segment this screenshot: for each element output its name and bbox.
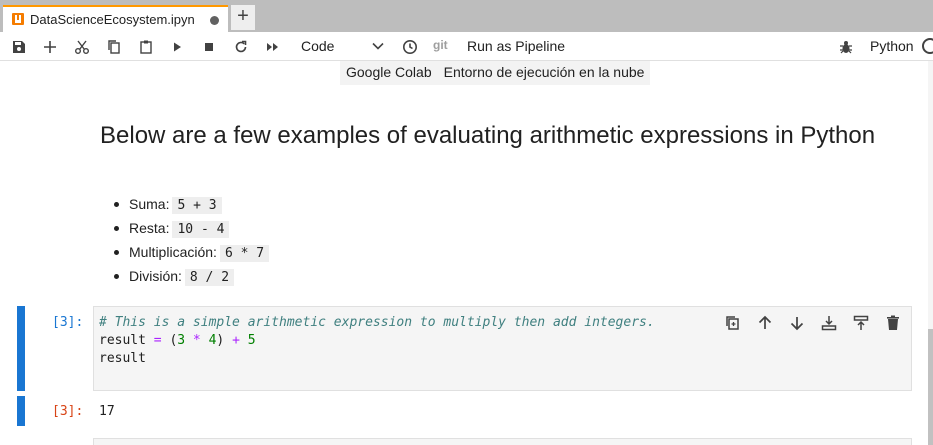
debugger-button[interactable] bbox=[836, 37, 856, 57]
cell-type-select[interactable]: Code bbox=[293, 35, 389, 57]
cut-button[interactable] bbox=[72, 37, 92, 57]
inline-code: 6 * 7 bbox=[219, 245, 270, 262]
code-line: # This is a simple arithmetic expression… bbox=[99, 315, 655, 330]
tab-notebook[interactable]: DataScienceEcosystem.ipyn bbox=[3, 5, 228, 32]
save-button[interactable] bbox=[9, 37, 29, 57]
add-cell-button[interactable] bbox=[40, 37, 60, 57]
inline-code: 5 + 3 bbox=[172, 197, 222, 214]
code-token: ( bbox=[161, 333, 178, 348]
code-comment: # This is a simple arithmetic expression… bbox=[99, 315, 655, 330]
cell-type-value: Code bbox=[301, 38, 335, 54]
input-prompt: [3]: bbox=[52, 315, 84, 330]
run-icon bbox=[174, 42, 181, 52]
code-token: 3 bbox=[177, 333, 186, 348]
inline-code: 8 / 2 bbox=[184, 269, 235, 286]
move-up-icon bbox=[758, 315, 772, 329]
fast-forward-icon bbox=[267, 43, 278, 51]
notebook-icon bbox=[12, 13, 24, 25]
run-as-pipeline-button[interactable]: Run as Pipeline bbox=[467, 38, 565, 54]
markdown-list: Suma: 5 + 3 Resta: 10 - 4 Multiplicación: 6… bbox=[112, 194, 270, 290]
table-cell: Google Colab bbox=[346, 64, 432, 80]
duplicate-icon bbox=[726, 316, 739, 330]
code-token: * bbox=[185, 333, 209, 348]
output-value: 17 bbox=[99, 404, 115, 419]
code-token: ) bbox=[216, 333, 233, 348]
clock-icon bbox=[403, 40, 417, 54]
unsaved-dot-icon[interactable] bbox=[210, 16, 219, 25]
paste-icon bbox=[140, 40, 152, 54]
list-item-label: Multiplicación: bbox=[129, 244, 217, 260]
bug-icon bbox=[840, 41, 852, 54]
move-down-icon bbox=[790, 317, 804, 331]
insert-above-button[interactable] bbox=[820, 314, 838, 332]
insert-below-icon bbox=[821, 316, 837, 331]
stop-icon bbox=[205, 43, 213, 51]
save-icon bbox=[13, 41, 25, 53]
list-item-label: Resta: bbox=[129, 220, 170, 236]
version-history-button[interactable] bbox=[400, 37, 420, 57]
notebook-content[interactable]: Google Colab Entorno de ejecución en la … bbox=[0, 61, 933, 445]
code-token: result bbox=[99, 333, 154, 348]
insert-above-icon bbox=[853, 315, 869, 330]
list-item-label: División: bbox=[129, 268, 182, 284]
next-code-cell[interactable] bbox=[93, 438, 912, 445]
restart-button[interactable] bbox=[231, 37, 251, 57]
output-prompt: [3]: bbox=[52, 404, 84, 419]
paste-button[interactable] bbox=[136, 37, 156, 57]
scrollbar-thumb[interactable] bbox=[928, 329, 933, 445]
list-item-label: Suma: bbox=[129, 196, 170, 212]
kernel-name[interactable]: Python bbox=[870, 38, 914, 54]
stop-button[interactable] bbox=[199, 37, 219, 57]
delete-icon bbox=[887, 315, 899, 330]
git-button[interactable]: git bbox=[433, 38, 448, 52]
delete-cell-button[interactable] bbox=[884, 314, 902, 332]
table-row: Google Colab Entorno de ejecución en la … bbox=[340, 61, 651, 85]
move-up-button[interactable] bbox=[756, 314, 774, 332]
code-line: result bbox=[99, 351, 146, 366]
list-item: Multiplicación: 6 * 7 bbox=[112, 242, 270, 266]
cut-icon bbox=[75, 40, 89, 54]
insert-below-button[interactable] bbox=[852, 314, 870, 332]
restart-icon bbox=[235, 40, 247, 53]
tab-bar: DataScienceEcosystem.ipyn + bbox=[0, 0, 933, 32]
copy-button[interactable] bbox=[104, 37, 124, 57]
code-token: + bbox=[232, 333, 240, 348]
notebook-toolbar: Code git Run as Pipeline Python bbox=[0, 32, 933, 61]
add-cell-icon bbox=[44, 41, 56, 53]
list-item: Resta: 10 - 4 bbox=[112, 218, 269, 242]
tab-title: DataScienceEcosystem.ipyn bbox=[30, 12, 195, 27]
run-button[interactable] bbox=[167, 37, 187, 57]
list-item: División: 8 / 2 bbox=[112, 266, 269, 290]
kernel-status-icon bbox=[922, 38, 933, 54]
code-token: 5 bbox=[239, 333, 256, 348]
run-all-button[interactable] bbox=[263, 37, 283, 57]
input-collapser[interactable] bbox=[17, 306, 25, 391]
move-down-button[interactable] bbox=[788, 314, 806, 332]
copy-icon bbox=[108, 40, 120, 54]
new-tab-button[interactable]: + bbox=[231, 5, 255, 30]
table-cell: Entorno de ejecución en la nube bbox=[443, 64, 645, 80]
duplicate-cell-button[interactable] bbox=[724, 314, 742, 332]
output-collapser[interactable] bbox=[17, 396, 25, 426]
code-line: result = (3 * 4) + 5 bbox=[99, 333, 256, 348]
markdown-heading: Below are a few examples of evaluating a… bbox=[100, 122, 876, 149]
code-token: = bbox=[153, 333, 162, 348]
list-item: Suma: 5 + 3 bbox=[112, 194, 269, 218]
inline-code: 10 - 4 bbox=[172, 221, 230, 238]
chevron-down-icon bbox=[372, 42, 384, 50]
